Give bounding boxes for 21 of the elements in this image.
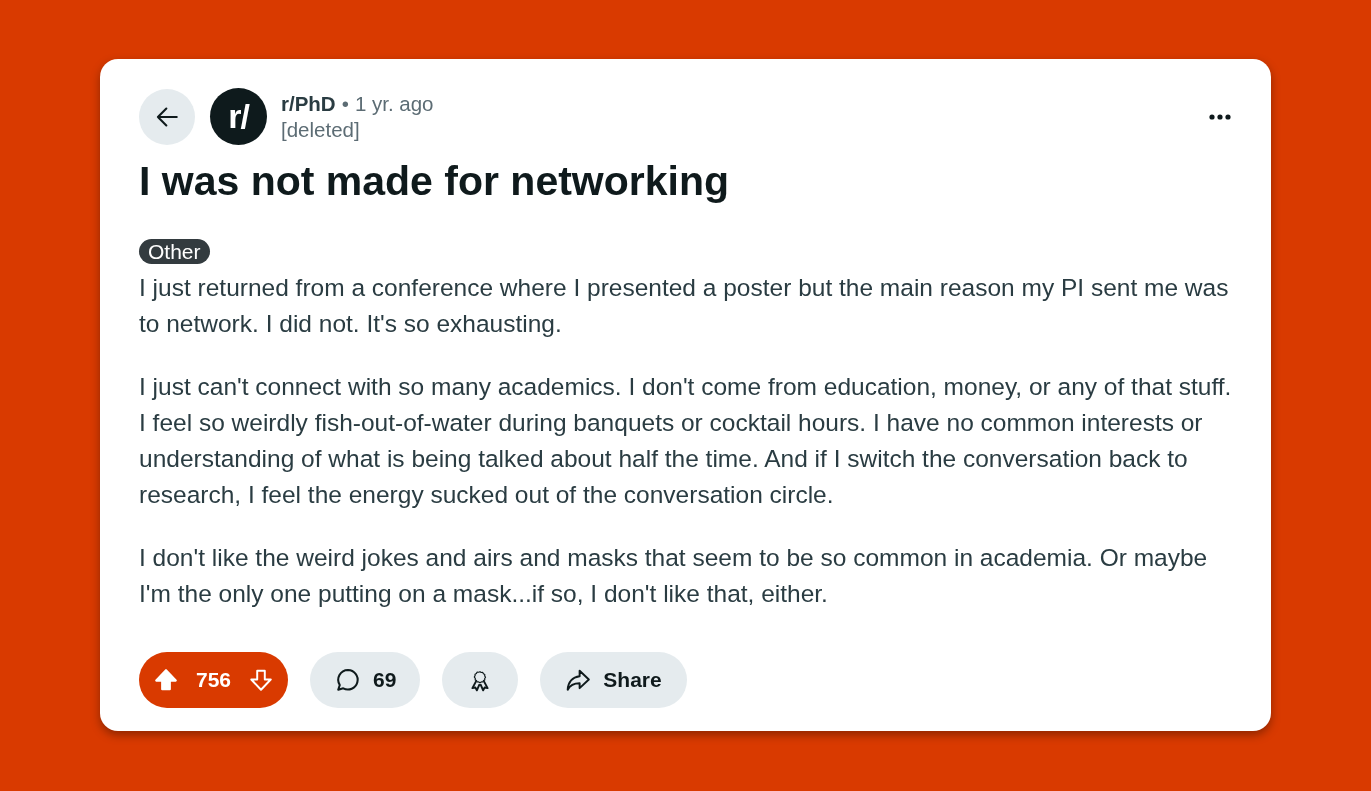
downvote-button[interactable] bbox=[248, 667, 274, 693]
body-paragraph: I just returned from a conference where I presented a poster but the main reason my PI sent me was to network. I did not. It's so exhausting. bbox=[139, 273, 1230, 339]
post-age: 1 yr. ago bbox=[354, 91, 434, 116]
award-button[interactable] bbox=[442, 652, 519, 708]
speech-bubble-icon bbox=[335, 667, 361, 693]
downvote-arrow-icon bbox=[248, 667, 274, 693]
more-icon bbox=[1209, 113, 1231, 120]
separator-dot: • bbox=[341, 91, 349, 116]
share-arrow-icon bbox=[565, 667, 592, 693]
upvote-arrow-icon bbox=[153, 667, 179, 693]
upvote-button[interactable] bbox=[153, 667, 179, 693]
comments-button[interactable]: 69 bbox=[310, 652, 421, 708]
vote-count: 756 bbox=[195, 668, 231, 692]
flair-tag[interactable]: Other bbox=[139, 239, 210, 264]
community-name[interactable]: r/PhD bbox=[281, 91, 336, 116]
community-avatar[interactable]: r/ bbox=[210, 88, 267, 145]
body-paragraph: I just can't connect with so many academics. I don't come from education, money, or any of that stuff. I feel so weirdly fish-out-of-water during banquets or cocktail hours. I have no common interests or understanding of what is being talked about half the time. And if I switch the conversation back to research, I feel the energy sucked out of the conversation circle. bbox=[139, 372, 1233, 510]
body-paragraph: I don't like the weird jokes and airs and masks that seem to be so common in academia. Or maybe I'm the only one putting on a mask...if so, I don't like that, either. bbox=[139, 543, 1209, 609]
post-title: I was not made for networking bbox=[139, 157, 729, 205]
share-button[interactable]: Share bbox=[540, 652, 687, 708]
author-name[interactable]: [deleted] bbox=[281, 117, 434, 142]
